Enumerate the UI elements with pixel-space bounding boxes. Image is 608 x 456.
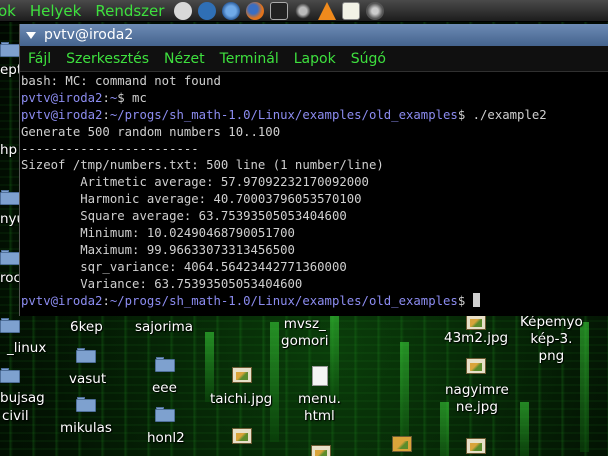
folder-icon[interactable] (0, 368, 20, 383)
desktop-icon-6kep[interactable]: 6kep (70, 319, 103, 336)
menu-terminal[interactable]: Terminál (212, 46, 286, 72)
places-menu[interactable]: Helyek (23, 0, 88, 22)
desktop-icon-label[interactable]: bujsag (0, 390, 45, 407)
desktop-icon-label[interactable]: roc (0, 270, 21, 287)
output-text: Square average: 63.75393505053404600 (21, 209, 347, 224)
desktop-icon-menu-html[interactable]: menu. html (298, 391, 341, 425)
desktop-icon-label[interactable]: _linux (7, 340, 46, 357)
window-title-bar[interactable]: pvtv@iroda2 (20, 24, 608, 46)
terminal-line: Generate 500 random numbers 10..100 (21, 124, 608, 141)
desktop-icon-mikulas[interactable]: mikulas (60, 420, 112, 437)
desktop-icon-sajorima[interactable]: sajorima (135, 319, 193, 336)
terminal-line: ------------------------ (21, 141, 608, 158)
output-text: Minimum: 10.02490468790051700 (21, 226, 295, 241)
terminal-menu-bar: Fájl Szerkesztés Nézet Terminál Lapok Sú… (20, 46, 608, 72)
prompt-command: $ ./example2 (457, 107, 547, 122)
folder-icon[interactable] (0, 190, 20, 205)
folder-icon[interactable] (155, 357, 175, 372)
output-text: Harmonic average: 40.70003796053570100 (21, 192, 362, 207)
folder-icon[interactable] (0, 42, 20, 57)
vlc-icon[interactable] (318, 1, 337, 20)
image-file-icon[interactable] (466, 314, 486, 330)
background-streak (520, 402, 529, 456)
prompt-user-host: pvtv@iroda2 (21, 90, 103, 105)
image-file-icon[interactable] (232, 428, 252, 444)
terminal-line: pvtv@iroda2:~/progs/sh_math-1.0/Linux/ex… (21, 292, 608, 310)
menu-view[interactable]: Nézet (156, 46, 212, 72)
satellite-icon[interactable] (294, 1, 313, 20)
terminal-line: Sizeof /tmp/numbers.txt: 500 line (1 num… (21, 157, 608, 174)
network-icon[interactable] (174, 1, 193, 20)
output-text: sqr_variance: 4064.56423442771360000 (21, 259, 347, 274)
menu-edit[interactable]: Szerkesztés (58, 46, 156, 72)
terminal-cursor (472, 292, 480, 307)
menu-tabs[interactable]: Lapok (286, 46, 343, 72)
menu-help[interactable]: Súgó (343, 46, 393, 72)
prompt-user-host: pvtv@iroda2 (21, 107, 103, 122)
folder-icon[interactable] (0, 250, 20, 265)
firefox-icon[interactable] (246, 1, 265, 20)
terminal-window[interactable]: pvtv@iroda2 Fájl Szerkesztés Nézet Termi… (19, 24, 608, 316)
archive-file-icon[interactable] (392, 436, 412, 452)
prompt-separator: : (102, 107, 110, 122)
prompt-path: ~/progs/sh_math-1.0/Linux/examples/old_e… (109, 293, 458, 308)
browser-icon[interactable] (222, 1, 241, 20)
html-file-icon[interactable] (312, 366, 328, 386)
window-menu-icon[interactable] (24, 28, 38, 42)
output-text: bash: MC: command not found (21, 74, 221, 88)
menu-file[interactable]: Fájl (20, 46, 58, 72)
window-title: pvtv@iroda2 (44, 27, 134, 43)
update-icon[interactable] (198, 1, 217, 20)
output-text: Sizeof /tmp/numbers.txt: 500 line (1 num… (21, 158, 384, 173)
image-file-icon[interactable] (232, 367, 252, 383)
background-streak (330, 312, 339, 402)
output-text: Aritmetic average: 57.97092232170092000 (21, 175, 369, 190)
terminal-line: Square average: 63.75393505053404600 (21, 208, 608, 225)
text-editor-icon[interactable] (342, 1, 361, 20)
terminal-line: Minimum: 10.02490468790051700 (21, 225, 608, 242)
terminal-icon[interactable] (270, 1, 289, 20)
terminal-line: pvtv@iroda2:~$ mc (21, 90, 608, 107)
prompt-separator: : (102, 293, 110, 308)
folder-icon[interactable] (0, 318, 20, 333)
desktop-icon-label[interactable]: civil (2, 408, 29, 425)
desktop-icon-label[interactable]: hp (0, 142, 17, 159)
prompt-user-host: pvtv@iroda2 (21, 293, 103, 308)
terminal-line: bash: MC: command not found (21, 73, 608, 90)
desktop-icon-nagyimre[interactable]: nagyimre ne.jpg (445, 382, 509, 416)
terminal-line: Variance: 63.75393505053404600 (21, 276, 608, 293)
prompt-path: ~/progs/sh_math-1.0/Linux/examples/old_e… (109, 107, 458, 122)
terminal-line: Aritmetic average: 57.97092232170092000 (21, 174, 608, 191)
desktop-icon-43m2[interactable]: 43m2.jpg (444, 330, 508, 347)
prompt-command: $ (457, 293, 473, 308)
image-file-icon[interactable] (311, 445, 331, 456)
desktop-icon-honl2[interactable]: honl2 (147, 430, 185, 447)
folder-icon[interactable] (76, 397, 96, 412)
image-file-icon[interactable] (466, 358, 486, 374)
output-text: Maximum: 99.96633073313456500 (21, 242, 295, 257)
output-text: Variance: 63.75393505053404600 (21, 276, 303, 291)
folder-icon[interactable] (155, 407, 175, 422)
terminal-line: Maximum: 99.96633073313456500 (21, 242, 608, 259)
music-icon[interactable] (366, 1, 385, 20)
desktop-icon-vasut[interactable]: vasut (69, 371, 106, 388)
output-text: Generate 500 random numbers 10..100 (21, 124, 281, 139)
terminal-line: Harmonic average: 40.70003796053570100 (21, 191, 608, 208)
output-text: ------------------------ (21, 141, 199, 156)
desktop-icon-taichi[interactable]: taichi.jpg (210, 391, 272, 408)
system-menu[interactable]: Rendszer (88, 0, 171, 22)
prompt-command: $ mc (117, 90, 147, 105)
desktop-icon-eee[interactable]: eee (152, 380, 177, 397)
terminal-line: pvtv@iroda2:~/progs/sh_math-1.0/Linux/ex… (21, 107, 608, 124)
desktop-icon-mvsz-gomori[interactable]: mvsz_ gomori (281, 316, 329, 350)
image-file-icon[interactable] (466, 438, 486, 454)
terminal-line: sqr_variance: 4064.56423442771360000 (21, 259, 608, 276)
desktop-icon-kepemyo[interactable]: Képemyo kép-3. png (520, 314, 583, 365)
prompt-separator: : (102, 90, 110, 105)
top-panel: ok Helyek Rendszer (0, 0, 608, 22)
folder-icon[interactable] (76, 348, 96, 363)
background-streak (270, 322, 279, 442)
applications-menu[interactable]: ok (0, 0, 23, 22)
terminal-output[interactable]: bash: MC: command not found pvtv@iroda2:~… (20, 72, 608, 309)
